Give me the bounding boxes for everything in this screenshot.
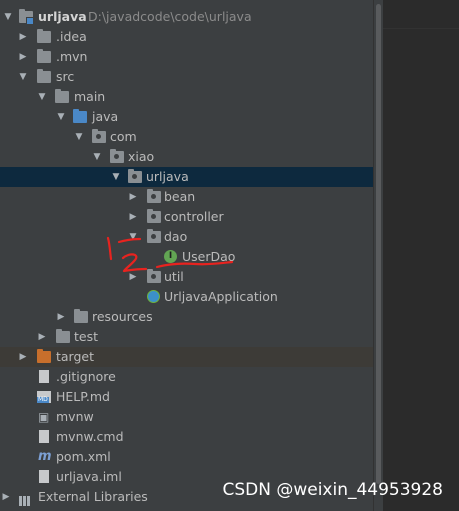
chevron-down-icon[interactable]: ▼	[110, 167, 122, 187]
tree-row-com[interactable]: ▼ com	[0, 127, 373, 147]
chevron-right-icon[interactable]: ▶	[55, 307, 67, 327]
chevron-right-icon[interactable]: ▶	[17, 347, 29, 367]
tree-row-controller[interactable]: ▶ controller	[0, 207, 373, 227]
tree-row-mvn[interactable]: ▶ .mvn	[0, 47, 373, 67]
tree-row-urljava-package[interactable]: ▼ urljava	[0, 167, 373, 187]
tree-item-label: resources	[92, 309, 153, 324]
markdown-file-icon	[37, 391, 51, 403]
tree-row-help-md[interactable]: HELP.md	[0, 387, 373, 407]
tree-item-label: src	[56, 69, 75, 84]
tree-item-label: UrljavaApplication	[164, 289, 278, 304]
tree-item-label: .gitignore	[56, 369, 116, 384]
text-file-icon	[37, 367, 51, 387]
tree-row-urljavaapplication[interactable]: UrljavaApplication	[0, 287, 373, 307]
libraries-icon	[19, 492, 33, 506]
tree-item-label: test	[74, 329, 99, 344]
chevron-right-icon[interactable]: ▶	[127, 207, 139, 227]
tree-row-dao[interactable]: ▼ dao	[0, 227, 373, 247]
tree-row-mvnw[interactable]: ▣ mvnw	[0, 407, 373, 427]
text-file-icon	[37, 427, 51, 447]
tree-item-label: mvnw	[56, 409, 94, 424]
tree-row-userdao[interactable]: I UserDao	[0, 247, 373, 267]
tree-row-main[interactable]: ▼ main	[0, 87, 373, 107]
interface-icon: I	[164, 250, 177, 263]
project-path: D:\javadcode\code\urljava	[88, 9, 252, 24]
tree-row-util[interactable]: ▶ util	[0, 267, 373, 287]
editor-area	[383, 0, 459, 511]
project-tree-panel: ▼ urljava D:\javadcode\code\urljava ▶ .i…	[0, 0, 373, 511]
tree-row-test[interactable]: ▶ test	[0, 327, 373, 347]
tree-row-target[interactable]: ▶ target	[0, 347, 373, 367]
editor-divider	[383, 28, 459, 29]
package-icon	[128, 169, 142, 183]
tree-item-label: .idea	[56, 29, 87, 44]
folder-icon	[37, 49, 51, 63]
package-icon	[110, 149, 124, 163]
tree-item-label: urljava	[38, 9, 87, 24]
tree-row-bean[interactable]: ▶ bean	[0, 187, 373, 207]
watermark: CSDN @weixin_44953928	[222, 480, 443, 500]
tree-item-label: target	[56, 349, 95, 364]
package-icon	[147, 229, 161, 243]
tree-row-xiao[interactable]: ▼ xiao	[0, 147, 373, 167]
chevron-right-icon[interactable]: ▶	[0, 487, 12, 507]
excluded-folder-icon	[37, 349, 51, 363]
text-file-icon	[37, 467, 51, 487]
tree-item-label: .mvn	[56, 49, 88, 64]
folder-icon	[37, 69, 51, 83]
scrollbar-thumb[interactable]	[376, 4, 381, 484]
tree-item-label: controller	[164, 209, 224, 224]
tree-item-label: java	[92, 109, 119, 124]
chevron-down-icon[interactable]: ▼	[17, 67, 29, 87]
tree-row-mvnw-cmd[interactable]: mvnw.cmd	[0, 427, 373, 447]
tree-item-label: com	[110, 129, 137, 144]
tree-item-label: urljava	[146, 169, 189, 184]
chevron-down-icon[interactable]: ▼	[127, 227, 139, 247]
chevron-right-icon[interactable]: ▶	[127, 187, 139, 207]
tree-item-label: main	[74, 89, 106, 104]
folder-icon	[56, 329, 70, 343]
tree-item-label: mvnw.cmd	[56, 429, 124, 444]
spring-boot-app-icon	[147, 290, 160, 303]
tree-row-resources[interactable]: ▶ resources	[0, 307, 373, 327]
chevron-right-icon[interactable]: ▶	[36, 327, 48, 347]
maven-icon: m	[38, 449, 52, 464]
shell-script-icon: ▣	[38, 410, 50, 424]
folder-icon	[55, 89, 69, 103]
tree-item-label: HELP.md	[56, 389, 110, 404]
package-icon	[147, 189, 161, 203]
tree-item-label: xiao	[128, 149, 155, 164]
tree-row-src[interactable]: ▼ src	[0, 67, 373, 87]
chevron-right-icon[interactable]: ▶	[17, 27, 29, 47]
package-icon	[92, 129, 106, 143]
tree-row-java[interactable]: ▼ java	[0, 107, 373, 127]
chevron-down-icon[interactable]: ▼	[55, 107, 67, 127]
tree-row-gitignore[interactable]: .gitignore	[0, 367, 373, 387]
chevron-down-icon[interactable]: ▼	[91, 147, 103, 167]
package-icon	[147, 209, 161, 223]
source-folder-icon	[73, 109, 87, 123]
chevron-down-icon[interactable]: ▼	[2, 7, 14, 27]
chevron-right-icon[interactable]: ▶	[17, 47, 29, 67]
tree-item-label: urljava.iml	[56, 469, 122, 484]
tree-item-label: pom.xml	[56, 449, 111, 464]
resources-folder-icon	[74, 309, 88, 323]
tree-item-label: External Libraries	[38, 489, 148, 504]
package-icon	[147, 269, 161, 283]
tree-item-label: bean	[164, 189, 196, 204]
tree-row-idea[interactable]: ▶ .idea	[0, 27, 373, 47]
tree-item-label: util	[164, 269, 184, 284]
tree-row-pom-xml[interactable]: m pom.xml	[0, 447, 373, 467]
chevron-right-icon[interactable]: ▶	[127, 267, 139, 287]
folder-icon	[37, 29, 51, 43]
chevron-down-icon[interactable]: ▼	[36, 87, 48, 107]
module-folder-icon	[19, 9, 34, 25]
chevron-down-icon[interactable]: ▼	[73, 127, 85, 147]
tree-item-label: dao	[164, 229, 188, 244]
tree-row-urljava-root[interactable]: ▼ urljava D:\javadcode\code\urljava	[0, 7, 373, 27]
tree-item-label: UserDao	[182, 249, 236, 264]
